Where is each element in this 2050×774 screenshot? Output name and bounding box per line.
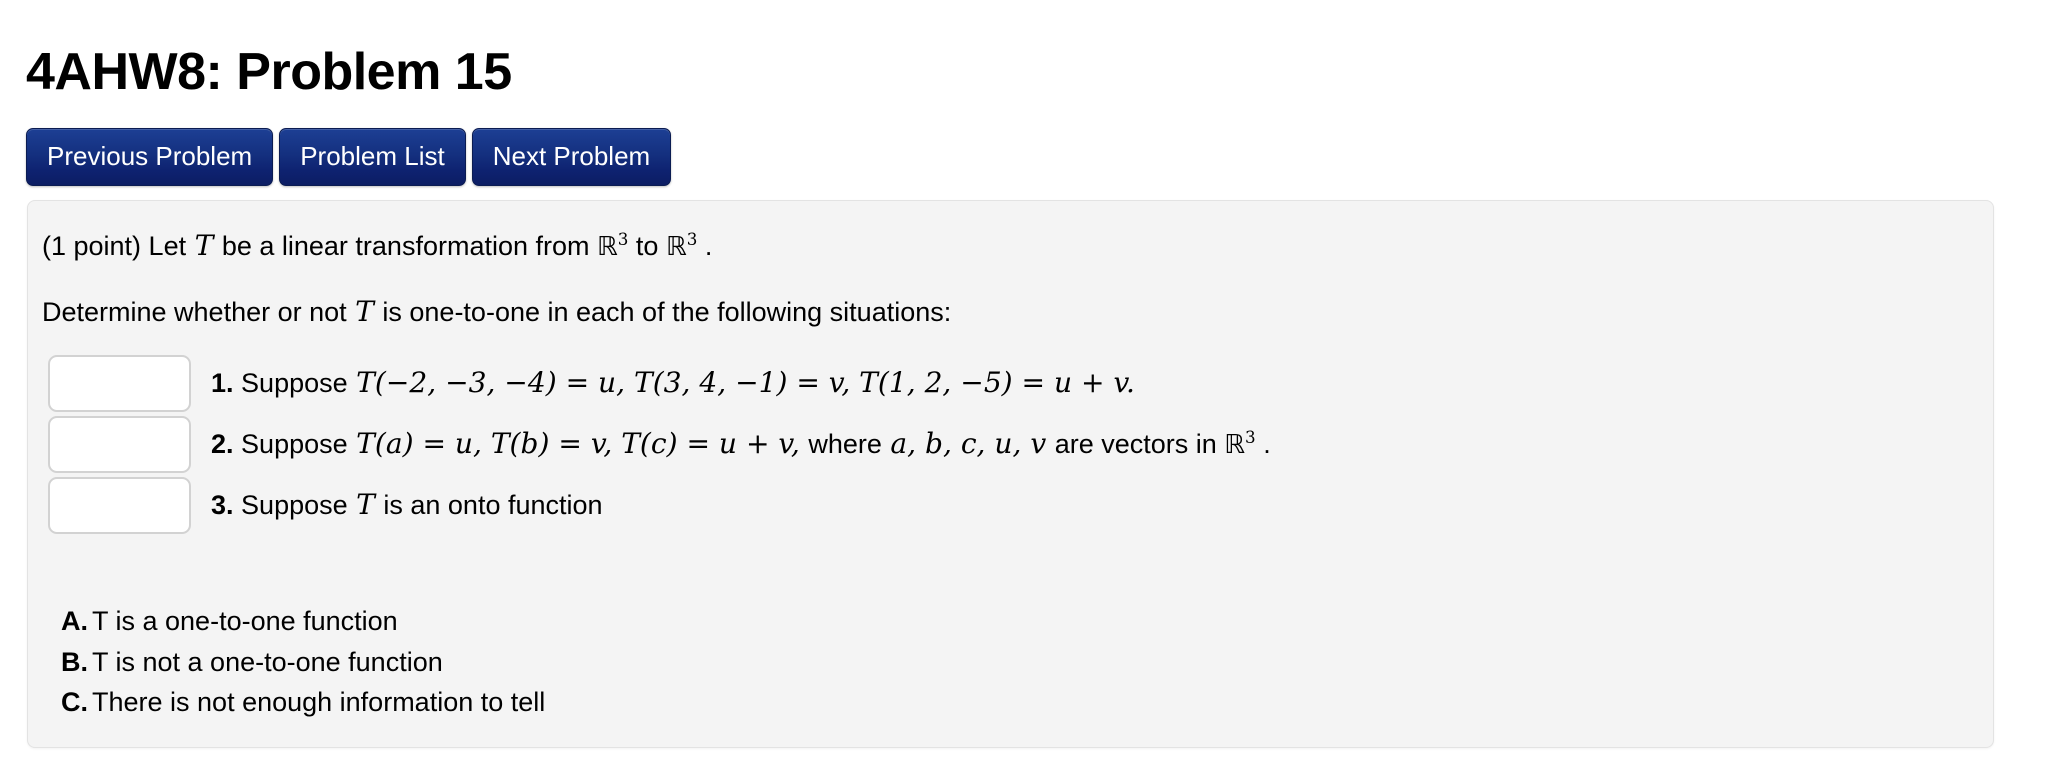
question-tail: is one-to-one in each of the following s… — [374, 297, 952, 327]
problem-intro-middle: be a linear transformation from — [214, 231, 597, 261]
page-title: 4AHW8: Problem 15 — [26, 42, 512, 101]
answer-row-1-text: 1. Suppose T(−2, −3, −4) = u, T(3, 4, −1… — [211, 365, 1136, 402]
choice-a-letter: A. — [61, 606, 88, 636]
answer-input-2[interactable] — [48, 416, 191, 473]
answer-row-3-math: T — [356, 488, 375, 522]
choice-b-letter: B. — [61, 646, 88, 677]
problem-list-button[interactable]: Problem List — [279, 128, 466, 186]
choice-b-text: T is not a one-to-one function — [92, 646, 443, 677]
answer-row-3: 3. Suppose T is an onto function — [48, 475, 1948, 536]
answer-row-3-number: 3. — [211, 490, 234, 521]
previous-problem-button[interactable]: Previous Problem — [26, 128, 274, 186]
answer-row-2-middle: are vectors in — [1047, 429, 1225, 460]
webwork-problem-page: 4AHW8: Problem 15 Previous Problem Probl… — [0, 0, 2050, 774]
answer-choices-list: A. T is a one-to-one function B. T is not … — [61, 606, 545, 728]
answer-row-2-period: . — [1255, 429, 1271, 460]
domain-set-symbol: ℝ — [597, 232, 618, 262]
answer-row-1-number: 1. — [211, 368, 234, 399]
problem-navigation-bar: Previous Problem Problem List Next Probl… — [26, 128, 672, 186]
next-problem-button[interactable]: Next Problem — [471, 128, 672, 186]
answer-row-1-math: T(−2, −3, −4) = u, T(3, 4, −1) = v, T(1,… — [356, 366, 1135, 400]
problem-intro-statement: (1 point) Let T be a linear transformati… — [42, 227, 712, 265]
choice-c: C. There is not enough information to tel… — [61, 687, 545, 719]
answer-row-2-math: T(a) = u, T(b) = v, T(c) = u + v, — [356, 427, 800, 461]
domain-exponent: 3 — [617, 229, 629, 249]
transformation-symbol-T: T — [194, 229, 214, 262]
answer-row-2-lead: Suppose — [241, 429, 356, 460]
problem-question-statement: Determine whether or not T is one-to-one… — [42, 293, 951, 331]
intro-to-word: to — [628, 231, 666, 261]
choice-c-text: There is not enough information to tell — [92, 687, 546, 718]
choice-a-text: T is a one-to-one function — [92, 606, 398, 636]
answer-row-3-text: 3. Suppose T is an onto function — [211, 487, 603, 524]
answer-row-2-number: 2. — [211, 429, 234, 460]
codomain-exponent: 3 — [686, 229, 698, 249]
choice-c-letter: C. — [61, 687, 88, 718]
answer-row-2-where: where — [800, 429, 890, 460]
choice-b: B. T is not a one-to-one function — [61, 647, 545, 679]
answer-row-3-lead: Suppose — [241, 490, 356, 521]
question-lead: Determine whether or not — [42, 297, 355, 327]
intro-period: . — [697, 231, 713, 261]
codomain-set-symbol: ℝ — [665, 232, 687, 262]
answer-row-2-text: 2. Suppose T(a) = u, T(b) = v, T(c) = u … — [211, 426, 1271, 463]
answer-rows: 1. Suppose T(−2, −3, −4) = u, T(3, 4, −1… — [48, 353, 1948, 536]
problem-panel: (1 point) Let T be a linear transformati… — [27, 200, 1994, 748]
answer-row-1-lead: Suppose — [241, 368, 356, 399]
answer-row-3-tail: is an onto function — [375, 490, 603, 521]
answer-row-2-set-symbol: ℝ — [1224, 430, 1246, 461]
answer-input-3[interactable] — [48, 477, 191, 534]
question-symbol-T: T — [355, 295, 374, 328]
answer-input-1[interactable] — [48, 355, 191, 412]
problem-points-and-lead: (1 point) Let — [42, 231, 194, 261]
answer-row-2-exponent: 3 — [1245, 427, 1256, 448]
choice-a: A. T is a one-to-one function — [61, 606, 545, 638]
answer-row-1: 1. Suppose T(−2, −3, −4) = u, T(3, 4, −1… — [48, 353, 1948, 414]
answer-row-2: 2. Suppose T(a) = u, T(b) = v, T(c) = u … — [48, 414, 1948, 475]
answer-row-2-vector-list: a, b, c, u, v — [890, 427, 1047, 461]
